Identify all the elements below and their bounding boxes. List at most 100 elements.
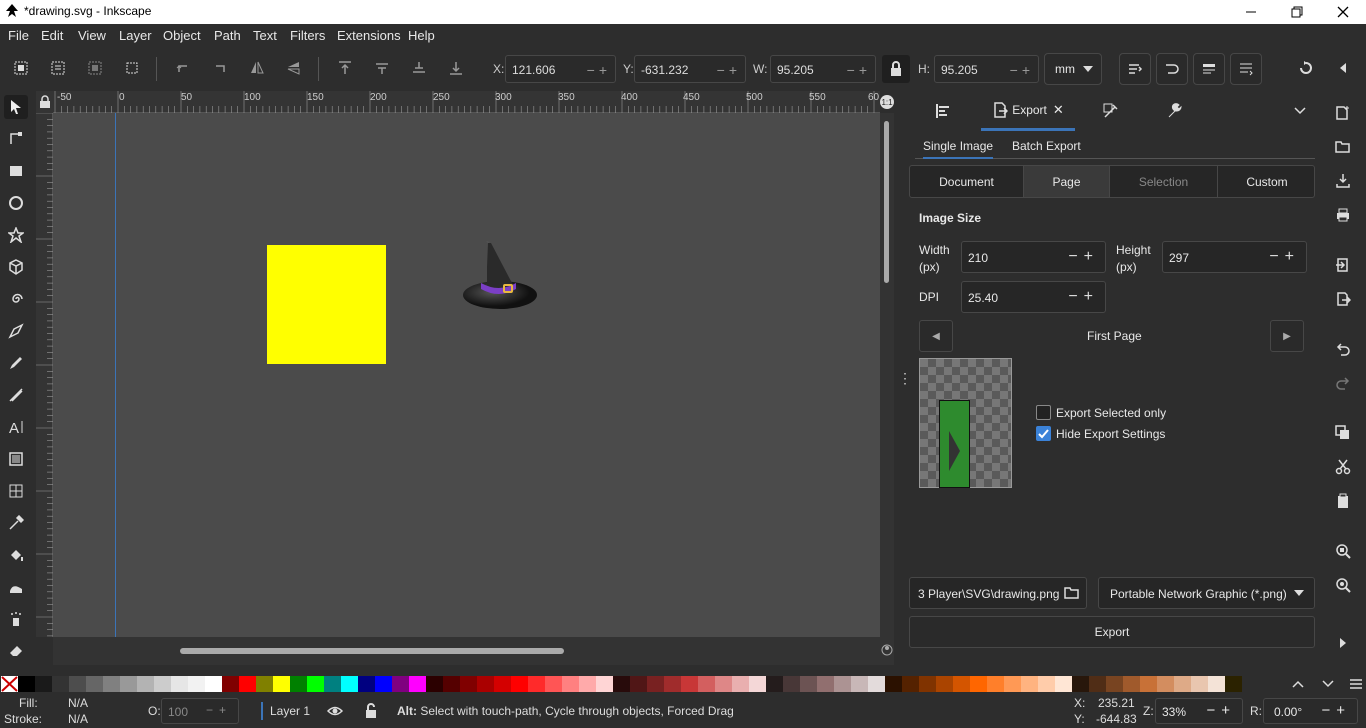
copy-icon[interactable] xyxy=(1331,421,1355,445)
color-swatch[interactable] xyxy=(1123,676,1140,692)
color-swatch[interactable] xyxy=(1072,676,1089,692)
color-swatch[interactable] xyxy=(137,676,154,692)
color-swatch[interactable] xyxy=(1191,676,1208,692)
menu-path[interactable]: Path xyxy=(214,28,241,43)
color-swatch[interactable] xyxy=(171,676,188,692)
cut-icon[interactable] xyxy=(1331,455,1355,479)
rotation-field[interactable]: 0.00° −+ xyxy=(1263,698,1358,724)
menu-view[interactable]: View xyxy=(78,28,106,43)
menu-edit[interactable]: Edit xyxy=(41,28,63,43)
raise-to-top-icon[interactable] xyxy=(332,55,358,81)
lower-to-bottom-icon[interactable] xyxy=(443,55,469,81)
fill-value[interactable]: N/A xyxy=(68,696,88,710)
save-icon[interactable] xyxy=(1331,169,1355,193)
vertical-ruler[interactable] xyxy=(36,112,53,637)
color-swatch[interactable] xyxy=(630,676,647,692)
rotate-cw-icon[interactable] xyxy=(207,55,233,81)
layer-visibility-icon[interactable] xyxy=(327,704,343,718)
next-page-button[interactable]: ▶ xyxy=(1270,320,1304,352)
open-file-icon[interactable] xyxy=(1331,135,1355,159)
text-tool-icon[interactable]: A xyxy=(4,415,28,439)
color-swatch[interactable] xyxy=(511,676,528,692)
color-swatch[interactable] xyxy=(987,676,1004,692)
node-tool-icon[interactable] xyxy=(4,127,28,151)
menu-file[interactable]: File xyxy=(8,28,29,43)
color-swatch[interactable] xyxy=(613,676,630,692)
color-swatch[interactable] xyxy=(86,676,103,692)
tweak-tool-icon[interactable] xyxy=(4,575,28,599)
snap-toggle-icon[interactable] xyxy=(1293,55,1319,81)
color-swatch[interactable] xyxy=(1021,676,1038,692)
color-swatch[interactable] xyxy=(834,676,851,692)
area-custom-button[interactable]: Custom xyxy=(1218,166,1314,197)
close-window-button[interactable] xyxy=(1320,0,1366,24)
color-swatch[interactable] xyxy=(222,676,239,692)
tab-single-image[interactable]: Single Image xyxy=(923,139,994,159)
color-swatch[interactable] xyxy=(1208,676,1225,692)
color-swatch[interactable] xyxy=(851,676,868,692)
zoom-drawing-icon[interactable] xyxy=(1331,573,1355,597)
commands-more-chevron-icon[interactable] xyxy=(1331,631,1355,655)
vertical-scrollbar[interactable] xyxy=(880,113,894,637)
align-tab-icon[interactable] xyxy=(927,91,959,131)
color-swatch[interactable] xyxy=(341,676,358,692)
color-swatch[interactable] xyxy=(358,676,375,692)
redo-icon[interactable] xyxy=(1331,371,1355,395)
transform-patterns-icon[interactable] xyxy=(1230,53,1262,85)
display-mode-icon[interactable] xyxy=(880,643,894,657)
paint-bucket-tool-icon[interactable] xyxy=(4,543,28,567)
color-swatch[interactable] xyxy=(732,676,749,692)
paste-icon[interactable] xyxy=(1331,489,1355,513)
area-page-button[interactable]: Page xyxy=(1024,166,1110,197)
current-layer[interactable]: Layer 1 xyxy=(270,704,310,718)
color-swatch[interactable] xyxy=(35,676,52,692)
zoom-selection-icon[interactable] xyxy=(1331,539,1355,563)
deselect-icon[interactable] xyxy=(82,55,108,81)
color-swatch[interactable] xyxy=(1004,676,1021,692)
transform-gradients-icon[interactable] xyxy=(1193,53,1225,85)
close-tab-icon[interactable]: ✕ xyxy=(1053,102,1064,118)
tab-export[interactable]: Export ✕ xyxy=(981,91,1075,131)
rotate-ccw-icon[interactable] xyxy=(170,55,196,81)
export-button[interactable]: Export xyxy=(909,616,1315,648)
fill-stroke-tab-icon[interactable] xyxy=(1095,91,1127,131)
selector-tool-icon[interactable] xyxy=(4,95,28,119)
transform-stroke-icon[interactable] xyxy=(1119,53,1151,85)
spiral-tool-icon[interactable] xyxy=(4,287,28,311)
color-swatch[interactable] xyxy=(477,676,494,692)
dropper-tool-icon[interactable] xyxy=(4,511,28,535)
vertical-scroll-thumb[interactable] xyxy=(884,121,889,283)
color-swatch[interactable] xyxy=(69,676,86,692)
horizontal-ruler[interactable]: -50 0 50 100 150 200 250 300 350 400 450… xyxy=(53,91,880,113)
color-swatch[interactable] xyxy=(18,676,35,692)
color-swatch[interactable] xyxy=(154,676,171,692)
lock-guides-icon[interactable] xyxy=(38,95,52,109)
color-swatch[interactable] xyxy=(1140,676,1157,692)
3d-box-tool-icon[interactable] xyxy=(4,255,28,279)
tab-batch-export[interactable]: Batch Export xyxy=(1012,139,1081,153)
zoom-field[interactable]: 33% −+ xyxy=(1155,698,1243,724)
new-document-icon[interactable] xyxy=(1331,101,1355,125)
color-swatch[interactable] xyxy=(766,676,783,692)
prev-page-button[interactable]: ◀ xyxy=(919,320,953,352)
color-swatch[interactable] xyxy=(868,676,885,692)
color-swatch[interactable] xyxy=(749,676,766,692)
color-swatch[interactable] xyxy=(800,676,817,692)
rectangle-tool-icon[interactable] xyxy=(4,159,28,183)
mesh-tool-icon[interactable] xyxy=(4,479,28,503)
color-swatch[interactable] xyxy=(596,676,613,692)
menu-filters[interactable]: Filters xyxy=(290,28,325,43)
calligraphy-tool-icon[interactable] xyxy=(4,383,28,407)
witch-hat-image[interactable] xyxy=(461,237,541,317)
unit-select[interactable]: mm xyxy=(1044,53,1102,85)
snap-popover-chevron-icon[interactable] xyxy=(1330,55,1356,81)
export-command-icon[interactable] xyxy=(1331,287,1355,311)
color-swatch[interactable] xyxy=(409,676,426,692)
color-swatch[interactable] xyxy=(256,676,273,692)
color-swatch[interactable] xyxy=(545,676,562,692)
stroke-value[interactable]: N/A xyxy=(68,712,88,726)
palette-scroll-up-icon[interactable] xyxy=(1288,674,1308,694)
color-swatch[interactable] xyxy=(307,676,324,692)
color-swatch[interactable] xyxy=(103,676,120,692)
color-swatch[interactable] xyxy=(1055,676,1072,692)
